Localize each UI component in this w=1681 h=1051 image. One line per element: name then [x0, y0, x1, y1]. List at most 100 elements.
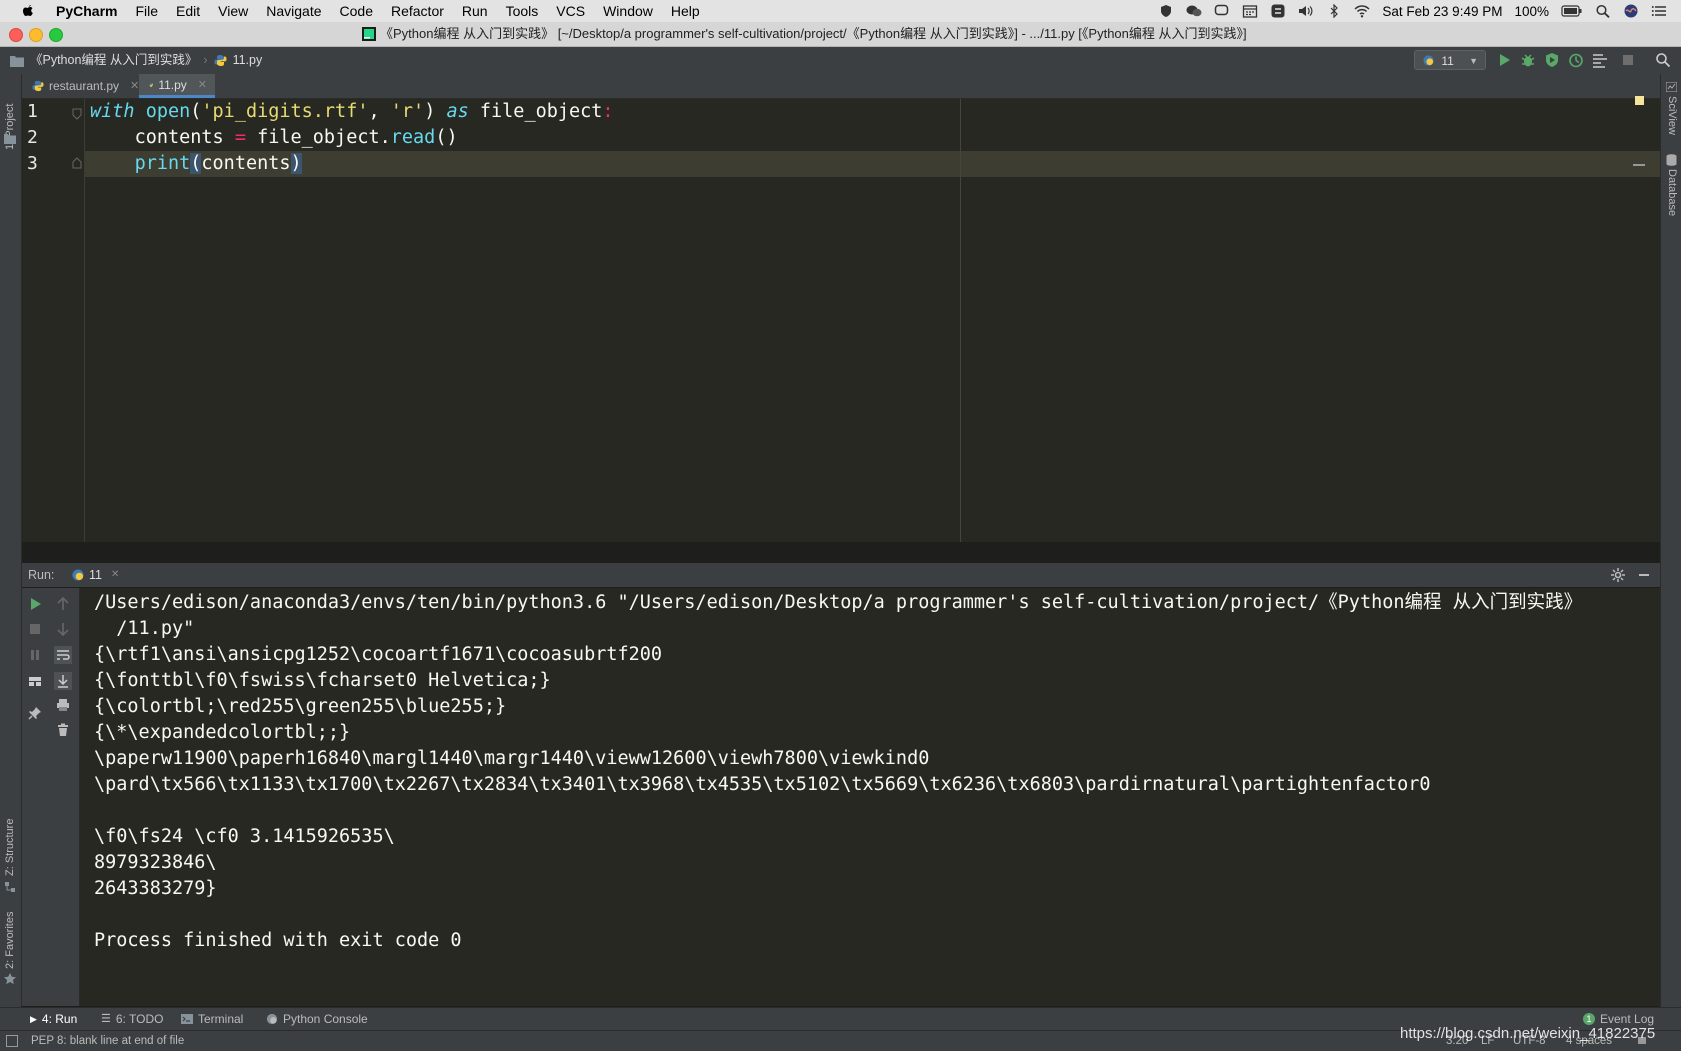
- menu-tools[interactable]: Tools: [497, 0, 548, 22]
- run-configuration-select[interactable]: 11 ▼: [1414, 50, 1486, 70]
- chevron-down-icon: ▼: [1469, 56, 1478, 66]
- navigation-bar: 《Python编程 从入门到实践》 › 11.py 11 ▼: [0, 47, 1681, 75]
- menu-edit[interactable]: Edit: [167, 0, 209, 22]
- breadcrumb: 《Python编程 从入门到实践》 › 11.py: [10, 47, 262, 74]
- zoom-window-button[interactable]: [49, 28, 63, 42]
- run-with-coverage-icon[interactable]: [1544, 52, 1560, 68]
- favorites-tool-button[interactable]: 2: Favorites: [4, 912, 16, 969]
- menu-view[interactable]: View: [209, 0, 257, 22]
- rerun-icon[interactable]: [28, 597, 42, 611]
- macos-menubar: PyCharm File Edit View Navigate Code Ref…: [0, 0, 1681, 22]
- wechat-tray-icon[interactable]: [1186, 4, 1202, 18]
- method-call: read: [390, 127, 436, 148]
- run-console[interactable]: /Users/edison/anaconda3/envs/ten/bin/pyt…: [22, 588, 1660, 1006]
- menu-window[interactable]: Window: [594, 0, 662, 22]
- trash-icon[interactable]: [56, 723, 70, 737]
- menu-app-pycharm[interactable]: PyCharm: [48, 0, 126, 22]
- tab-restaurant-py[interactable]: restaurant.py ✕: [22, 74, 148, 98]
- pin-icon[interactable]: [28, 706, 42, 720]
- close-tab-icon[interactable]: ✕: [111, 563, 119, 587]
- database-tool-button[interactable]: Database: [1666, 169, 1678, 216]
- minimize-panel-icon[interactable]: [1639, 574, 1649, 576]
- run-icon[interactable]: [1496, 52, 1512, 68]
- play-icon: ▶: [30, 1014, 37, 1024]
- structure-tool-button[interactable]: Z: Structure: [4, 819, 16, 876]
- code-editor[interactable]: 1 2 3 with open('pi_digits.rtf', 'r') as…: [22, 96, 1660, 542]
- menu-file[interactable]: File: [126, 0, 167, 22]
- sync-tray-icon[interactable]: [1270, 4, 1286, 18]
- apple-icon[interactable]: [20, 3, 36, 19]
- line-number: 2: [27, 127, 38, 148]
- down-arrow-icon[interactable]: [56, 622, 70, 636]
- fold-icon[interactable]: [72, 108, 82, 120]
- tab-11-py[interactable]: 11.py ✕: [139, 74, 215, 98]
- print-icon[interactable]: [56, 698, 70, 712]
- console-output-line: 8979323846\: [94, 852, 217, 873]
- siri-icon[interactable]: [1623, 4, 1639, 18]
- menu-run[interactable]: Run: [453, 0, 497, 22]
- code-text: (): [435, 127, 458, 148]
- shield-tray-icon[interactable]: [1158, 4, 1174, 18]
- battery-icon[interactable]: [1561, 4, 1583, 18]
- fold-end-icon[interactable]: [72, 157, 82, 169]
- tool-tab-todo[interactable]: ☰ 6: TODO: [101, 1008, 163, 1030]
- sciview-tool-button[interactable]: SciView: [1666, 96, 1678, 135]
- menubar-clock[interactable]: Sat Feb 23 9:49 PM: [1382, 4, 1502, 19]
- menu-code[interactable]: Code: [331, 0, 382, 22]
- inspection-status-marker[interactable]: [1635, 96, 1644, 105]
- breadcrumb-project[interactable]: 《Python编程 从入门到实践》: [30, 47, 197, 74]
- gear-icon[interactable]: [1611, 568, 1625, 582]
- tool-tab-python-console[interactable]: Python Console: [266, 1008, 368, 1030]
- sciview-tool-label: SciView: [1666, 96, 1678, 135]
- python-icon: [266, 1013, 278, 1025]
- layout-icon[interactable]: [28, 674, 42, 688]
- notification-center-icon[interactable]: [1651, 4, 1667, 18]
- console-output-line: \pard\tx566\tx1133\tx1700\tx2267\tx2834\…: [94, 774, 1431, 795]
- close-tab-icon[interactable]: ✕: [130, 74, 139, 98]
- keyword: with: [90, 101, 135, 122]
- watermark-text: https://blog.csdn.net/weixin_41822375: [1400, 1025, 1656, 1042]
- console-output-line: 2643383279}: [94, 878, 217, 899]
- close-window-button[interactable]: [9, 28, 23, 42]
- minimize-window-button[interactable]: [29, 28, 43, 42]
- spotlight-search-icon[interactable]: [1595, 4, 1611, 18]
- colon: :: [602, 101, 614, 122]
- tool-tab-terminal[interactable]: Terminal: [181, 1008, 243, 1030]
- line-number: 1: [27, 101, 38, 122]
- toggle-tool-windows-icon[interactable]: [6, 1035, 18, 1047]
- calendar-tray-icon[interactable]: [1242, 4, 1258, 18]
- stop-icon[interactable]: [28, 622, 42, 636]
- stop-icon[interactable]: [1620, 52, 1636, 68]
- editor-gutter[interactable]: 1 2 3: [22, 99, 85, 542]
- code-text: file_object.: [245, 127, 391, 148]
- close-tab-icon[interactable]: ✕: [198, 73, 207, 97]
- structure-tool-label: Z: Structure: [4, 818, 16, 876]
- breadcrumb-file[interactable]: 11.py: [233, 47, 263, 74]
- scroll-to-end-icon[interactable]: [54, 672, 72, 690]
- soft-wrap-icon[interactable]: [54, 646, 72, 664]
- concurrency-diagram-icon[interactable]: [1592, 52, 1608, 68]
- search-everywhere-icon[interactable]: [1655, 52, 1671, 68]
- menu-navigate[interactable]: Navigate: [257, 0, 330, 22]
- project-folder-icon: [4, 134, 16, 144]
- list-icon: ☰: [101, 1013, 111, 1025]
- line-number: 3: [27, 153, 38, 174]
- up-arrow-icon[interactable]: [56, 597, 70, 611]
- menu-refactor[interactable]: Refactor: [382, 0, 453, 22]
- menu-help[interactable]: Help: [662, 0, 709, 22]
- console-output-line: {\colortbl;\red255\green255\blue255;}: [94, 696, 507, 717]
- code-line-2: contents = file_object.read(): [90, 125, 458, 151]
- wifi-tray-icon[interactable]: [1354, 4, 1370, 18]
- bluetooth-tray-icon[interactable]: [1326, 4, 1342, 18]
- menu-vcs[interactable]: VCS: [547, 0, 594, 22]
- volume-tray-icon[interactable]: [1298, 4, 1314, 18]
- debug-icon[interactable]: [1520, 52, 1536, 68]
- tool-tab-run[interactable]: ▶ 4: Run: [30, 1008, 77, 1030]
- chat-tray-icon[interactable]: [1214, 4, 1230, 18]
- database-icon: [1666, 154, 1677, 166]
- console-output-line: \f0\fs24 \cf0 3.1415926535\: [94, 826, 395, 847]
- profile-icon[interactable]: [1568, 52, 1584, 68]
- pause-icon[interactable]: [28, 648, 42, 662]
- run-tab-label: 11: [89, 568, 102, 582]
- run-tab-11[interactable]: 11 ✕: [72, 563, 119, 587]
